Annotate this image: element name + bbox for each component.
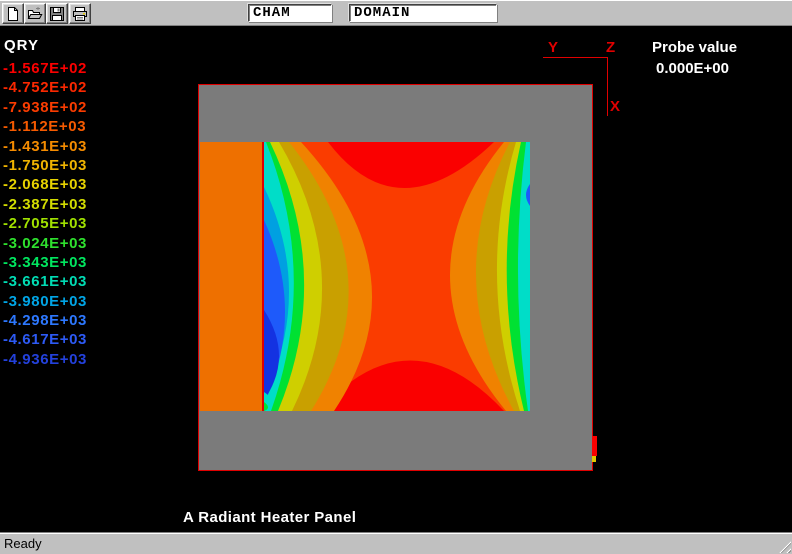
open-button[interactable] <box>24 3 46 24</box>
legend-value: -4.298E+03 <box>3 311 87 330</box>
domain-field[interactable] <box>349 4 497 22</box>
cham-field[interactable] <box>248 4 332 22</box>
legend-title: QRY <box>4 37 39 54</box>
axis-line-vertical <box>607 57 608 116</box>
status-text: Ready <box>4 536 42 551</box>
legend-value: -7.938E+02 <box>3 98 87 117</box>
save-button[interactable] <box>46 3 68 24</box>
legend: -1.567E+02 -4.752E+02 -7.938E+02 -1.112E… <box>3 59 87 369</box>
print-icon <box>72 6 88 22</box>
legend-value: -1.431E+03 <box>3 137 87 156</box>
new-button[interactable] <box>2 3 24 24</box>
new-document-icon <box>5 6 21 22</box>
axis-x-label: X <box>610 98 620 115</box>
probe-value-readout: 0.000E+00 <box>656 60 729 77</box>
probe-value-label: Probe value <box>652 39 737 56</box>
print-button[interactable] <box>69 3 91 24</box>
resize-grip-icon[interactable] <box>778 540 791 553</box>
legend-value: -3.661E+03 <box>3 272 87 291</box>
legend-value: -1.112E+03 <box>3 117 87 136</box>
open-folder-icon <box>27 6 43 22</box>
toolbar <box>0 0 792 26</box>
probe-marker-tip <box>592 456 596 462</box>
axis-z-label: Z <box>606 39 615 56</box>
legend-value: -1.750E+03 <box>3 156 87 175</box>
save-floppy-icon <box>49 6 65 22</box>
legend-value: -2.705E+03 <box>3 214 87 233</box>
legend-value: -3.980E+03 <box>3 292 87 311</box>
contour-plot[interactable] <box>264 142 530 411</box>
application-window: QRY -1.567E+02 -4.752E+02 -7.938E+02 -1.… <box>0 0 792 554</box>
probe-marker[interactable] <box>592 436 597 456</box>
legend-value: -1.567E+02 <box>3 59 87 78</box>
legend-value: -4.752E+02 <box>3 78 87 97</box>
plot-title: A Radiant Heater Panel <box>183 509 356 526</box>
status-bar: Ready <box>0 532 792 554</box>
qry-contour-field <box>264 142 530 411</box>
axis-line-horizontal <box>543 57 608 58</box>
legend-value: -2.387E+03 <box>3 195 87 214</box>
axis-y-label: Y <box>548 39 558 56</box>
legend-value: -4.617E+03 <box>3 330 87 349</box>
legend-value: -4.936E+03 <box>3 350 87 369</box>
heater-panel <box>200 142 262 411</box>
legend-value: -2.068E+03 <box>3 175 87 194</box>
legend-value: -3.343E+03 <box>3 253 87 272</box>
legend-value: -3.024E+03 <box>3 234 87 253</box>
